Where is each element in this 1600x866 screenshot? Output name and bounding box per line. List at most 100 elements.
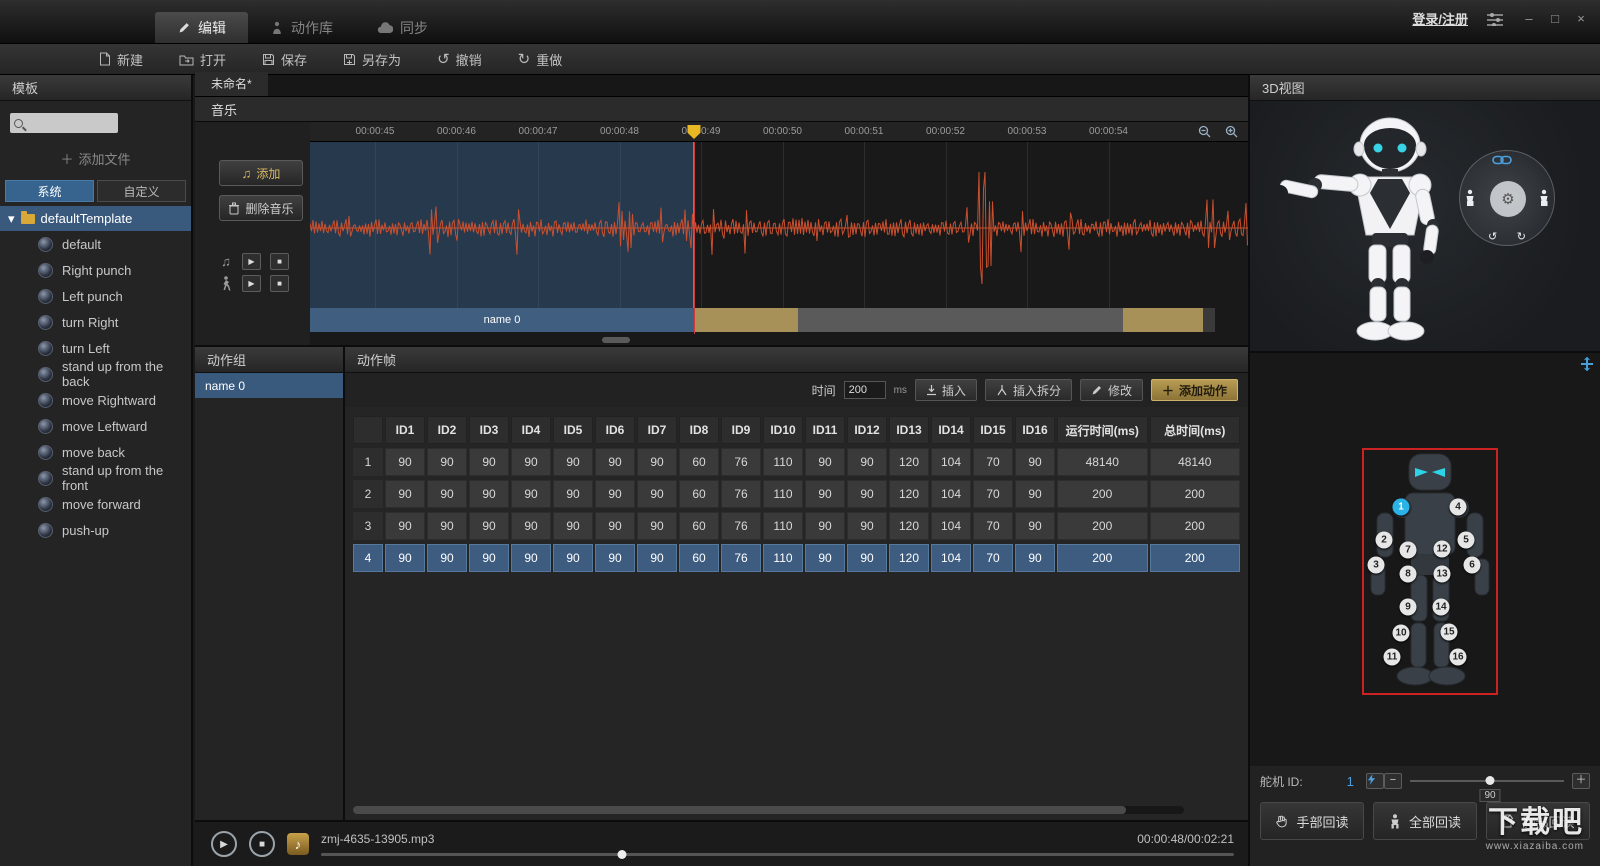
frames-hscrollbar[interactable] bbox=[353, 806, 1184, 814]
rotate-ccw-icon[interactable]: ↺ bbox=[1488, 230, 1497, 243]
template-search-box[interactable] bbox=[10, 113, 118, 133]
frame-cell[interactable]: 70 bbox=[973, 448, 1013, 476]
servo-8[interactable]: 8 bbox=[1400, 566, 1417, 583]
frame-cell[interactable]: 70 bbox=[973, 544, 1013, 572]
robot-3d-view[interactable]: ↺ ↻ ⚙ bbox=[1250, 101, 1600, 353]
music-play-button[interactable]: ▶ bbox=[242, 253, 261, 270]
insert-split-button[interactable]: 插入拆分 bbox=[985, 379, 1072, 401]
template-item[interactable]: stand up from the front bbox=[0, 465, 191, 491]
frame-cell[interactable]: 90 bbox=[553, 448, 593, 476]
servo-2[interactable]: 2 bbox=[1376, 532, 1393, 549]
music-clip-segment[interactable] bbox=[1203, 308, 1215, 332]
tab-sync[interactable]: 同步 bbox=[355, 12, 450, 43]
frame-total-time[interactable]: 200 bbox=[1150, 544, 1241, 572]
frame-cell[interactable]: 76 bbox=[721, 544, 761, 572]
frame-cell[interactable]: 90 bbox=[427, 544, 467, 572]
frame-cell[interactable]: 90 bbox=[1015, 480, 1055, 508]
frame-cell[interactable]: 90 bbox=[1015, 512, 1055, 540]
frame-cell[interactable]: 110 bbox=[763, 448, 803, 476]
undo-button[interactable]: ↺ 撤销 bbox=[424, 46, 495, 73]
frame-row-number[interactable]: 1 bbox=[353, 448, 383, 476]
save-as-button[interactable]: 另存为 bbox=[330, 46, 414, 73]
template-item[interactable]: stand up from the back bbox=[0, 361, 191, 387]
stop-button[interactable]: ■ bbox=[249, 831, 275, 857]
template-item[interactable]: push-up bbox=[0, 517, 191, 543]
servo-9[interactable]: 9 bbox=[1400, 599, 1417, 616]
frame-cell[interactable]: 90 bbox=[511, 448, 551, 476]
template-item[interactable]: turn Right bbox=[0, 309, 191, 335]
frame-cell[interactable]: 90 bbox=[427, 480, 467, 508]
modify-button[interactable]: 修改 bbox=[1080, 379, 1143, 401]
frame-cell[interactable]: 60 bbox=[679, 480, 719, 508]
pose-right-icon[interactable] bbox=[1538, 189, 1550, 207]
zoom-in-icon[interactable] bbox=[1225, 125, 1238, 138]
music-clip-segment[interactable] bbox=[1123, 308, 1203, 332]
playhead-line[interactable] bbox=[694, 142, 695, 334]
servo-15[interactable]: 15 bbox=[1441, 624, 1458, 641]
music-clip-selected[interactable]: name 0 bbox=[310, 308, 694, 332]
frame-cell[interactable]: 90 bbox=[511, 480, 551, 508]
settings-sliders-icon[interactable] bbox=[1486, 12, 1504, 26]
frame-cell[interactable]: 90 bbox=[385, 448, 425, 476]
frame-cell[interactable]: 104 bbox=[931, 544, 971, 572]
frame-cell[interactable]: 90 bbox=[595, 544, 635, 572]
frame-cell[interactable]: 76 bbox=[721, 512, 761, 540]
frame-cell[interactable]: 90 bbox=[1015, 544, 1055, 572]
servo-angle-slider[interactable]: 90 bbox=[1410, 780, 1564, 782]
frame-total-time[interactable]: 200 bbox=[1150, 512, 1241, 540]
frame-cell[interactable]: 90 bbox=[847, 480, 887, 508]
frame-run-time[interactable]: 48140 bbox=[1057, 448, 1148, 476]
maximize-button[interactable]: □ bbox=[1548, 11, 1562, 26]
template-item[interactable]: turn Left bbox=[0, 335, 191, 361]
frame-total-time[interactable]: 48140 bbox=[1150, 448, 1241, 476]
template-item[interactable]: Right punch bbox=[0, 257, 191, 283]
frame-cell[interactable]: 120 bbox=[889, 512, 929, 540]
tab-edit[interactable]: 编辑 bbox=[155, 12, 248, 43]
play-button[interactable]: ▶ bbox=[211, 831, 237, 857]
template-search-input[interactable] bbox=[27, 116, 114, 130]
frame-cell[interactable]: 60 bbox=[679, 544, 719, 572]
minimize-button[interactable]: – bbox=[1522, 11, 1536, 26]
timeline-ruler[interactable]: 00:00:4500:00:4600:00:4700:00:4800:00:49… bbox=[310, 122, 1248, 142]
frame-cell[interactable]: 90 bbox=[427, 512, 467, 540]
frame-cell[interactable]: 90 bbox=[385, 544, 425, 572]
timeline-scrollbar-thumb[interactable] bbox=[602, 337, 630, 343]
close-button[interactable]: × bbox=[1574, 11, 1588, 26]
link-icon[interactable] bbox=[1492, 154, 1512, 166]
frame-cell[interactable]: 104 bbox=[931, 448, 971, 476]
frame-cell[interactable]: 110 bbox=[763, 480, 803, 508]
document-tab[interactable]: 未命名* bbox=[195, 72, 268, 96]
frame-cell[interactable]: 90 bbox=[805, 512, 845, 540]
music-stop-button[interactable]: ■ bbox=[270, 253, 289, 270]
frame-cell[interactable]: 90 bbox=[553, 544, 593, 572]
frame-cell[interactable]: 90 bbox=[637, 512, 677, 540]
delete-music-button[interactable]: 删除音乐 bbox=[219, 195, 303, 221]
frame-cell[interactable]: 90 bbox=[805, 480, 845, 508]
view-control-wheel[interactable]: ↺ ↻ ⚙ bbox=[1459, 150, 1555, 246]
frame-cell[interactable]: 104 bbox=[931, 480, 971, 508]
add-action-button[interactable]: ＋ 添加动作 bbox=[1151, 379, 1238, 401]
servo-4[interactable]: 4 bbox=[1450, 499, 1467, 516]
add-file-button[interactable]: ＋ 添加文件 bbox=[0, 149, 191, 168]
login-register-link[interactable]: 登录/注册 bbox=[1412, 9, 1468, 28]
music-clip-segment[interactable] bbox=[798, 308, 1123, 332]
music-timeline[interactable]: 00:00:4500:00:4600:00:4700:00:4800:00:49… bbox=[310, 122, 1248, 345]
frame-cell[interactable]: 90 bbox=[427, 448, 467, 476]
tab-custom[interactable]: 自定义 bbox=[97, 180, 186, 202]
frame-cell[interactable]: 90 bbox=[469, 544, 509, 572]
player-progress-handle[interactable] bbox=[618, 850, 627, 859]
template-item[interactable]: default bbox=[0, 231, 191, 257]
frame-row-number[interactable]: 4 bbox=[353, 544, 383, 572]
frame-cell[interactable]: 90 bbox=[847, 512, 887, 540]
action-group-item[interactable]: name 0 bbox=[195, 373, 343, 398]
frame-cell[interactable]: 90 bbox=[805, 448, 845, 476]
tab-system[interactable]: 系统 bbox=[5, 180, 94, 202]
redo-button[interactable]: ↻ 重做 bbox=[505, 46, 576, 73]
frame-run-time[interactable]: 200 bbox=[1057, 544, 1148, 572]
move-anchor-icon[interactable] bbox=[1580, 357, 1594, 371]
template-item[interactable]: Left punch bbox=[0, 283, 191, 309]
waveform-area[interactable] bbox=[310, 142, 1248, 308]
open-button[interactable]: 打开 bbox=[166, 46, 239, 73]
zoom-out-icon[interactable] bbox=[1198, 125, 1211, 138]
frame-run-time[interactable]: 200 bbox=[1057, 480, 1148, 508]
